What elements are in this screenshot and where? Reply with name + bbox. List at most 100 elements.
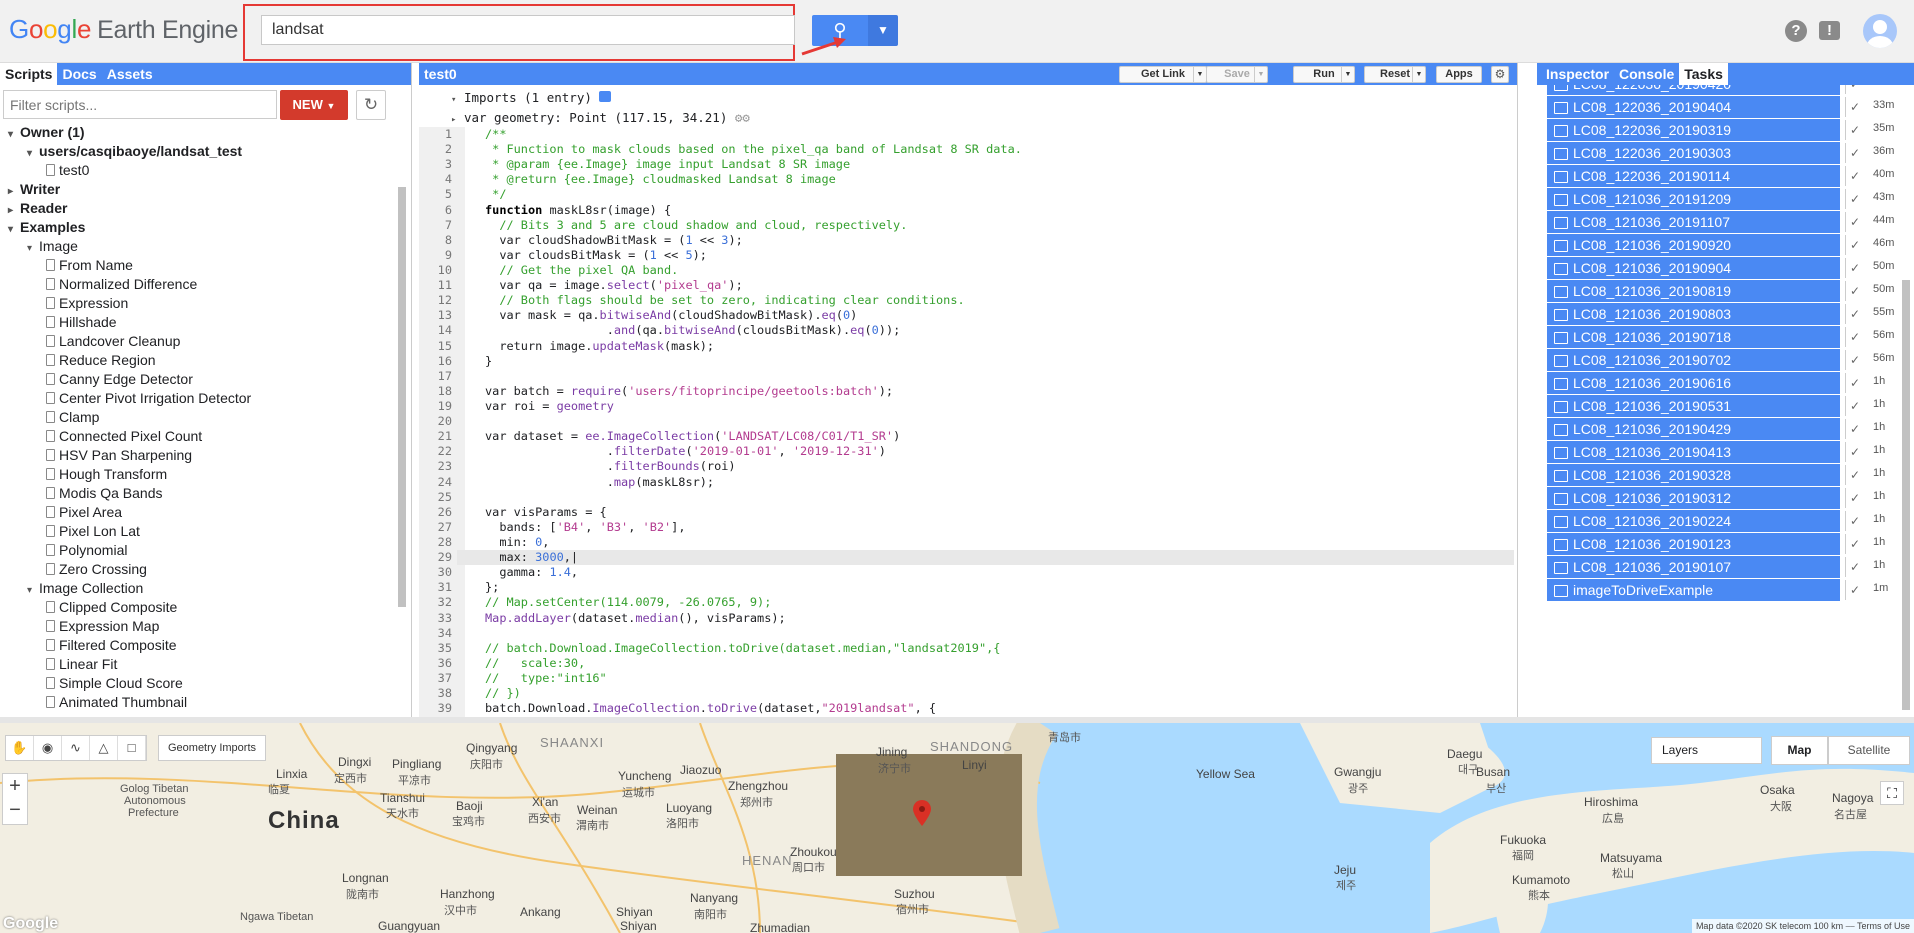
code-line[interactable]: 1 /** [419, 127, 1514, 143]
tree-item[interactable]: Canny Edge Detector [0, 370, 395, 389]
code-line[interactable]: 22 .filterDate('2019-01-01', '2019-12-31… [419, 444, 1514, 460]
polygon-icon[interactable]: △ [90, 736, 118, 760]
tree-item[interactable]: ▸ Writer [0, 180, 395, 199]
code-line[interactable]: 34 [419, 625, 1514, 641]
task-item[interactable]: LC08_122036_20190319 ✓ 35m [1545, 118, 1900, 142]
code-line[interactable]: 39 batch.Download.ImageCollection.toDrive… [419, 701, 1514, 717]
task-name[interactable]: LC08_121036_20190429 [1547, 418, 1840, 440]
fullscreen-icon[interactable]: ⛶ [1880, 781, 1904, 805]
task-name[interactable]: LC08_122036_20190420 [1547, 85, 1840, 95]
task-item[interactable]: LC08_121036_20190920 ✓ 46m [1545, 233, 1900, 257]
code-line[interactable]: 7 // Bits 3 and 5 are cloud shadow and c… [419, 217, 1514, 233]
code-line[interactable]: 21 var dataset = ee.ImageCollection('LAND… [419, 429, 1514, 445]
tree-item[interactable]: Expression [0, 294, 395, 313]
code-line[interactable]: 36 // scale:30, [419, 655, 1514, 671]
code-line[interactable]: 25 [419, 489, 1514, 505]
search-input[interactable] [261, 15, 795, 45]
tree-item[interactable]: Normalized Difference [0, 275, 395, 294]
code-line[interactable]: 12 // Both flags should be set to zero, … [419, 293, 1514, 309]
code-line[interactable]: 31}; [419, 580, 1514, 596]
task-item[interactable]: LC08_121036_20190718 ✓ 56m [1545, 325, 1900, 349]
rectangle-icon[interactable]: □ [118, 736, 146, 760]
tree-item[interactable]: Polynomial [0, 541, 395, 560]
delete-icon[interactable]: ⚙ [742, 110, 750, 125]
task-item[interactable]: LC08_121036_20190819 ✓ 50m [1545, 279, 1900, 303]
task-name[interactable]: LC08_122036_20190404 [1547, 96, 1840, 118]
tree-item[interactable]: Simple Cloud Score [0, 674, 395, 693]
task-name[interactable]: LC08_121036_20190702 [1547, 349, 1840, 371]
tab-inspector[interactable]: Inspector [1541, 63, 1614, 85]
task-item[interactable]: LC08_121036_20190429 ✓ 1h [1545, 417, 1900, 441]
layers-button[interactable]: Layers [1651, 737, 1762, 764]
chevron-down-icon[interactable]: ▾ [8, 125, 20, 144]
code-line[interactable]: 35 // batch.Download.ImageCollection.toDr… [419, 640, 1514, 656]
task-name[interactable]: LC08_121036_20190616 [1547, 372, 1840, 394]
task-name[interactable]: LC08_121036_20190920 [1547, 234, 1840, 256]
tree-item[interactable]: Hillshade [0, 313, 395, 332]
chevron-down-icon[interactable]: ▼ [1254, 67, 1267, 82]
refresh-button[interactable]: ↻ [356, 90, 386, 120]
task-name[interactable]: LC08_121036_20190718 [1547, 326, 1840, 348]
code-line[interactable]: 14 .and(qa.bitwiseAnd(cloudsBitMask).eq(… [419, 323, 1514, 339]
new-button[interactable]: NEW ▼ [280, 90, 348, 120]
code-line[interactable]: 38 // }) [419, 686, 1514, 702]
tree-item[interactable]: ▾ Image [0, 237, 395, 256]
earth-engine-logo[interactable]: Google Earth Engine [9, 14, 238, 45]
task-name[interactable]: LC08_121036_20190819 [1547, 280, 1840, 302]
tree-item[interactable]: ▾ Owner (1) [0, 123, 395, 142]
tree-item[interactable]: Linear Fit [0, 655, 395, 674]
tab-assets[interactable]: Assets [102, 63, 158, 85]
code-line[interactable]: 5 */ [419, 187, 1514, 203]
code-line[interactable]: 27 bands: ['B4', 'B3', 'B2'], [419, 519, 1514, 535]
task-item[interactable]: imageToDriveExample ✓ 1m [1545, 578, 1900, 602]
filter-scripts-input[interactable] [3, 90, 277, 119]
task-item[interactable]: LC08_121036_20190413 ✓ 1h [1545, 440, 1900, 464]
code-line[interactable]: 24 .map(maskL8sr); [419, 474, 1514, 490]
task-name[interactable]: LC08_122036_20190319 [1547, 119, 1840, 141]
task-item[interactable]: LC08_121036_20190312 ✓ 1h [1545, 486, 1900, 510]
tree-item[interactable]: Connected Pixel Count [0, 427, 395, 446]
tree-item[interactable]: test0 [0, 161, 395, 180]
chevron-down-icon[interactable]: ▼ [1341, 67, 1354, 82]
code-line[interactable]: 32 // Map.setCenter(114.0079, -26.0765, 9… [419, 595, 1514, 611]
task-item[interactable]: LC08_121036_20191107 ✓ 44m [1545, 210, 1900, 234]
map-credits[interactable]: Map data ©2020 SK telecom 100 km ⎯⎯ Term… [1691, 919, 1914, 933]
task-item[interactable]: LC08_122036_20190303 ✓ 36m [1545, 141, 1900, 165]
code-line[interactable]: 9 var cloudsBitMask = (1 << 5); [419, 247, 1514, 263]
tree-item[interactable]: From Name [0, 256, 395, 275]
tree-item[interactable]: ▸ Reader [0, 199, 395, 218]
marker-pin-icon[interactable] [913, 800, 931, 826]
task-item[interactable]: LC08_121036_20190616 ✓ 1h [1545, 371, 1900, 395]
search-options-button[interactable]: ▼ [868, 15, 898, 46]
code-line[interactable]: 2 * Function to mask clouds based on the… [419, 142, 1514, 158]
tree-item[interactable]: Filtered Composite [0, 636, 395, 655]
tree-item[interactable]: Animated Thumbnail [0, 693, 395, 712]
task-item[interactable]: LC08_121036_20190328 ✓ 1h [1545, 463, 1900, 487]
code-line[interactable]: 4 * @return {ee.Image} cloudmasked Lands… [419, 172, 1514, 188]
task-name[interactable]: LC08_121036_20190107 [1547, 556, 1840, 578]
code-line[interactable]: 19 var roi = geometry [419, 398, 1514, 415]
task-item[interactable]: LC08_121036_20190904 ✓ 50m [1545, 256, 1900, 280]
code-line[interactable]: 37 // type:"int16" [419, 670, 1514, 687]
task-name[interactable]: imageToDriveExample [1547, 579, 1840, 601]
task-name[interactable]: LC08_122036_20190303 [1547, 142, 1840, 164]
task-item[interactable]: LC08_122036_20190404 ✓ 33m [1545, 95, 1900, 119]
task-name[interactable]: LC08_121036_20190123 [1547, 533, 1840, 555]
save-button[interactable]: Save ▼ [1206, 66, 1268, 83]
tree-item[interactable]: ▾ users/casqibaoye/landsat_test [0, 142, 395, 161]
code-line[interactable]: 20 [419, 414, 1514, 430]
tree-item[interactable]: Center Pivot Irrigation Detector [0, 389, 395, 408]
code-line[interactable]: 29 max: 3000,| [419, 550, 1514, 566]
map-type-map-button[interactable]: Map [1771, 736, 1828, 765]
tree-item[interactable]: Clamp [0, 408, 395, 427]
help-icon[interactable]: ? [1785, 20, 1807, 42]
task-name[interactable]: LC08_121036_20190224 [1547, 510, 1840, 532]
task-name[interactable]: LC08_121036_20191107 [1547, 211, 1840, 233]
task-name[interactable]: LC08_121036_20190413 [1547, 441, 1840, 463]
code-line[interactable]: 10 // Get the pixel QA band. [419, 262, 1514, 279]
tab-scripts[interactable]: Scripts [0, 63, 58, 85]
code-line[interactable]: 18 var batch = require('users/fitoprincip… [419, 383, 1514, 399]
tree-item[interactable]: HSV Pan Sharpening [0, 446, 395, 465]
code-line[interactable]: 16} [419, 353, 1514, 369]
task-item[interactable]: LC08_121036_20190123 ✓ 1h [1545, 532, 1900, 556]
